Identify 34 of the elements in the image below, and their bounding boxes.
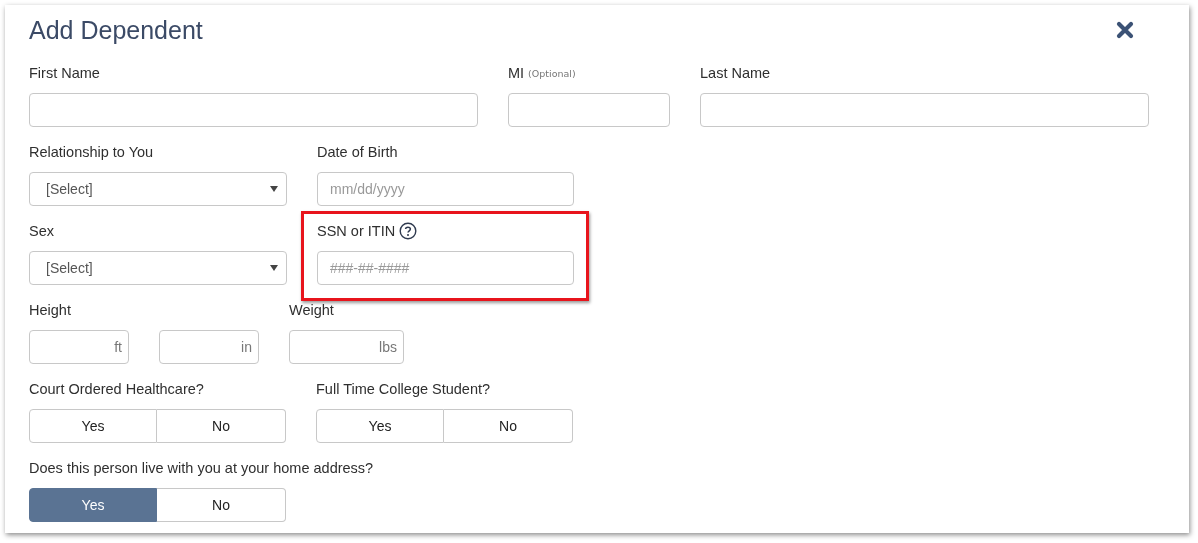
- field-label: Sex: [29, 223, 54, 239]
- caret-icon: [270, 186, 278, 192]
- caret-icon: [270, 265, 278, 271]
- toggle-option[interactable]: Yes: [29, 409, 157, 443]
- text-field[interactable]: [700, 93, 1149, 127]
- text-field[interactable]: [29, 93, 478, 127]
- toggle-option[interactable]: No: [444, 409, 573, 443]
- field-label: Height: [29, 302, 71, 318]
- field-label: Court Ordered Healthcare?: [29, 381, 204, 397]
- toggle-option[interactable]: No: [157, 409, 286, 443]
- unit-field[interactable]: ft: [29, 330, 129, 364]
- field-label: Does this person live with you at your home address?: [29, 460, 374, 476]
- text-field[interactable]: mm/dd/yyyy: [317, 172, 574, 206]
- field-label: Last Name: [700, 65, 771, 81]
- text-field[interactable]: ###-##-####: [317, 251, 574, 285]
- unit-field[interactable]: in: [159, 330, 259, 364]
- field-label: SSN or ITIN: [317, 223, 396, 239]
- field-label: Relationship to You: [29, 144, 154, 160]
- field-label: First Name: [29, 65, 100, 81]
- text-field[interactable]: [508, 93, 670, 127]
- unit-field[interactable]: lbs: [289, 330, 404, 364]
- toggle-option[interactable]: Yes: [29, 488, 157, 522]
- optional-note: (Optional): [528, 67, 576, 79]
- close-icon[interactable]: [1116, 21, 1134, 39]
- toggle-option[interactable]: Yes: [316, 409, 444, 443]
- help-icon[interactable]: [399, 222, 418, 240]
- dialog-title: Add Dependent: [29, 15, 203, 45]
- field-label: MI: [508, 65, 525, 81]
- field-label: Date of Birth: [317, 144, 398, 160]
- toggle-option[interactable]: No: [157, 488, 286, 522]
- select-field[interactable]: [Select]: [29, 251, 287, 285]
- field-label: Full Time College Student?: [316, 381, 491, 397]
- field-label: Weight: [289, 302, 334, 318]
- select-field[interactable]: [Select]: [29, 172, 287, 206]
